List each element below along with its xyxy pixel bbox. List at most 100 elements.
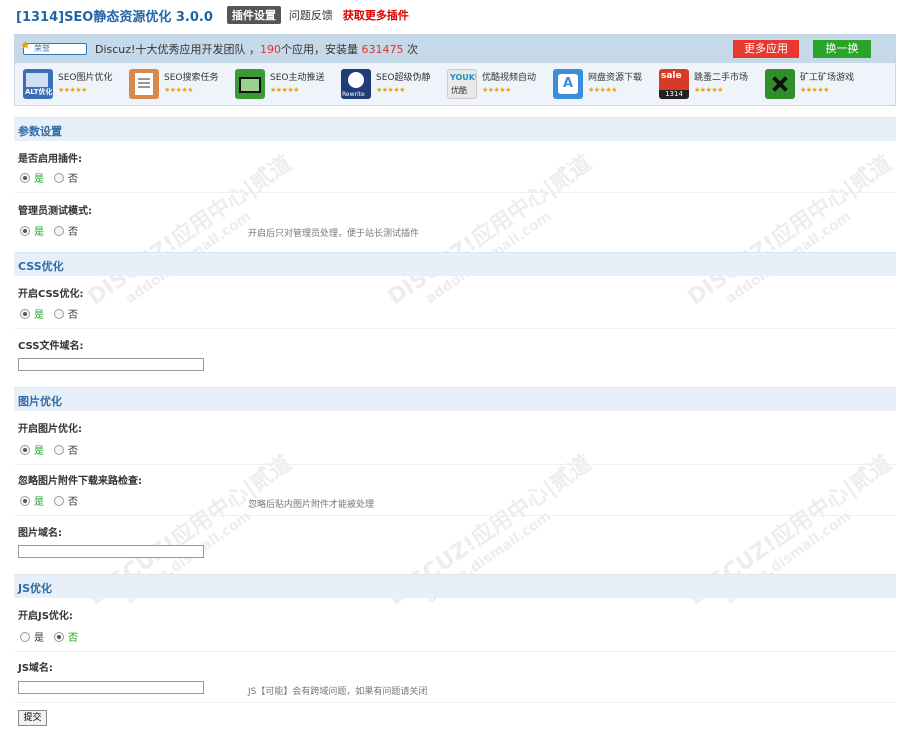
radio-no[interactable] — [54, 172, 64, 183]
swap-button[interactable]: 换一换 — [813, 40, 871, 58]
install-count: 631475 — [361, 43, 404, 56]
radio-no-label: 否 — [68, 497, 78, 508]
divider — [14, 702, 896, 703]
tab-more-plugins[interactable]: 获取更多插件 — [343, 7, 409, 23]
banner-text-mid: 个应用，安装量 — [280, 43, 362, 56]
app-item[interactable]: 矿工矿场游戏 ★★★★★ — [765, 69, 871, 101]
radio-no-label: 否 — [68, 633, 78, 644]
clipboard-icon — [129, 69, 159, 99]
plugin-title: [1314]SEO静态资源优化 3.0.0 — [16, 9, 213, 25]
youku-icon: YOUKU优酷 — [447, 69, 477, 99]
more-apps-button[interactable]: 更多应用 — [733, 40, 799, 58]
app-item[interactable]: SEO主动推送 ★★★★★ — [235, 69, 341, 101]
section-title: 图片优化 — [18, 395, 62, 408]
js-domain-input[interactable] — [18, 681, 204, 694]
radio-no-label: 否 — [68, 310, 78, 321]
app-item[interactable]: YOUKU优酷 优酷视频自动 ★★★★★ — [447, 69, 553, 101]
ignore-image-check-radios: 是 否 — [20, 493, 88, 508]
radio-no[interactable] — [54, 495, 64, 506]
enable-image-radios: 是 否 — [20, 442, 88, 457]
app-name: 网盘资源下载 — [588, 73, 643, 83]
admin-test-hint: 开启后只对管理员处理，便于站长测试插件 — [248, 229, 420, 239]
rating-stars: ★★★★★ — [164, 86, 193, 94]
section-title: 参数设置 — [18, 125, 62, 138]
rating-stars: ★★★★★ — [694, 86, 723, 94]
app-item[interactable]: SEO搜索任务 ★★★★★ — [129, 69, 235, 101]
enable-js-label: 开启JS优化: — [18, 611, 73, 622]
star-icon: ★ — [20, 38, 31, 52]
radio-no-label: 否 — [68, 227, 78, 238]
rating-stars: ★★★★★ — [376, 86, 405, 94]
section-title: CSS优化 — [18, 260, 64, 273]
radio-no-label: 否 — [68, 174, 78, 185]
radio-yes[interactable] — [20, 631, 30, 642]
app-item[interactable]: Rewrite SEO超级伪静 ★★★★★ — [341, 69, 447, 101]
radio-yes-label: 是 — [34, 310, 44, 321]
radio-yes-label: 是 — [34, 227, 44, 238]
section-title: JS优化 — [18, 582, 53, 595]
appstore-icon: A — [553, 69, 583, 99]
radio-yes-label: 是 — [34, 174, 44, 185]
rating-stars: ★★★★★ — [58, 86, 87, 94]
radio-no-label: 否 — [68, 446, 78, 457]
mining-icon — [765, 69, 795, 99]
radio-yes[interactable] — [20, 444, 30, 455]
rating-stars: ★★★★★ — [270, 86, 299, 94]
app-name: 跳蚤二手市场 — [694, 73, 749, 83]
enable-css-label: 开启CSS优化: — [18, 289, 84, 300]
radio-yes-label: 是 — [34, 446, 44, 457]
banner-text-suffix: 次 — [403, 43, 418, 56]
submit-button[interactable]: 提交 — [18, 710, 47, 726]
ignore-image-check-label: 忽略图片附件下载来路检查: — [18, 476, 142, 487]
divider — [14, 464, 896, 465]
js-domain-label: JS域名: — [18, 663, 53, 674]
plugin-header: [1314]SEO静态资源优化 3.0.0 插件设置 问题反馈 获取更多插件 — [16, 6, 409, 25]
radio-no[interactable] — [54, 444, 64, 455]
app-item[interactable]: ALT优化 SEO图片优化 ★★★★★ — [23, 69, 129, 101]
app-name: 矿工矿场游戏 — [800, 73, 855, 83]
app-name: SEO搜索任务 — [164, 73, 219, 83]
admin-test-label: 管理员测试模式: — [18, 206, 92, 217]
css-domain-input[interactable] — [18, 358, 204, 371]
js-domain-hint: JS【可能】会有跨域问题，如果有问题请关闭 — [248, 687, 428, 697]
image-domain-label: 图片域名: — [18, 528, 62, 539]
app-name: SEO图片优化 — [58, 73, 113, 83]
radio-yes-label: 是 — [34, 497, 44, 508]
watermark-brand: DISCUZ!应用中心|贰道 — [683, 150, 897, 311]
radio-yes[interactable] — [20, 172, 30, 183]
divider — [14, 328, 896, 329]
watermark: DISCUZ!应用中心|贰道addon.dismall.com — [680, 451, 896, 658]
section-css: CSS优化 — [14, 252, 896, 276]
promo-banner: ★ 荣誉 Discuz!十大优秀应用开发团队 ，190个应用，安装量 631475… — [14, 34, 896, 106]
honor-badge-label: 荣誉 — [34, 44, 50, 53]
enable-css-radios: 是 否 — [20, 306, 88, 321]
enable-image-label: 开启图片优化: — [18, 424, 82, 435]
app-name: SEO主动推送 — [270, 73, 325, 83]
push-icon — [235, 69, 265, 99]
radio-yes[interactable] — [20, 495, 30, 506]
watermark: DISCUZ!应用中心|贰道addon.dismall.com — [380, 451, 596, 658]
image-domain-input[interactable] — [18, 545, 204, 558]
radio-no[interactable] — [54, 631, 64, 642]
radio-yes[interactable] — [20, 308, 30, 319]
radio-no[interactable] — [54, 308, 64, 319]
enable-plugin-radios: 是 否 — [20, 170, 88, 185]
enable-plugin-label: 是否启用插件: — [18, 154, 82, 165]
radio-yes-label: 是 — [34, 633, 44, 644]
tab-feedback[interactable]: 问题反馈 — [289, 7, 333, 23]
tab-settings[interactable]: 插件设置 — [226, 6, 281, 24]
app-item[interactable]: A 网盘资源下载 ★★★★★ — [553, 69, 659, 101]
admin-test-radios: 是 否 — [20, 223, 88, 238]
rating-stars: ★★★★★ — [588, 86, 617, 94]
divider — [14, 515, 896, 516]
app-item[interactable]: sale 1314 跳蚤二手市场 ★★★★★ — [659, 69, 765, 101]
rating-stars: ★★★★★ — [800, 86, 829, 94]
radio-yes[interactable] — [20, 225, 30, 236]
radio-no[interactable] — [54, 225, 64, 236]
sale-icon: sale 1314 — [659, 69, 689, 99]
section-js: JS优化 — [14, 574, 896, 598]
section-params: 参数设置 — [14, 117, 896, 141]
banner-text: Discuz!十大优秀应用开发团队 ，190个应用，安装量 631475 次 — [95, 41, 418, 57]
app-name: 优酷视频自动 — [482, 73, 537, 83]
app-count: 190 — [259, 43, 281, 56]
